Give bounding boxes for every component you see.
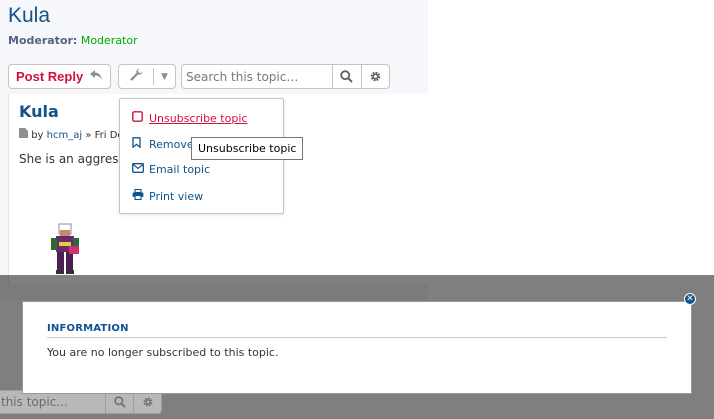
alert-title: INFORMATION xyxy=(47,323,129,334)
post-meta: by hcm_aj » Fri Dec xyxy=(19,128,129,141)
post-reply-label: Post Reply xyxy=(16,69,84,84)
search-icon[interactable] xyxy=(332,65,361,88)
post-reply-button[interactable]: Post Reply xyxy=(8,64,111,89)
gear-icon[interactable] xyxy=(360,65,390,88)
moderator-link[interactable]: Moderator xyxy=(81,34,138,47)
dimmed-gear-icon xyxy=(133,391,161,413)
menu-item-label: Print view xyxy=(149,189,204,203)
checkbox-icon xyxy=(132,111,146,125)
post-title[interactable]: Kula xyxy=(19,102,59,121)
reply-arrow-icon xyxy=(89,68,103,85)
search-input[interactable] xyxy=(182,65,332,88)
envelope-icon xyxy=(132,163,146,176)
moderator-line: Moderator: Moderator xyxy=(8,34,138,47)
menu-item-label: Email topic xyxy=(149,163,211,176)
printer-icon xyxy=(132,188,146,203)
chevron-down-icon[interactable]: ▼ xyxy=(154,72,175,82)
menu-item-unsubscribe[interactable]: Unsubscribe topic xyxy=(132,111,247,125)
information-alert: INFORMATION You are no longer subscribed… xyxy=(22,301,692,394)
alert-divider xyxy=(47,337,667,338)
moderator-label: Moderator: xyxy=(8,34,78,47)
menu-item-remove-bookmark[interactable]: Remove xyxy=(132,137,194,151)
bookmark-icon xyxy=(132,137,146,151)
post-icon xyxy=(19,128,31,141)
post-body: She is an aggress xyxy=(19,152,125,166)
menu-item-label: Unsubscribe topic xyxy=(149,111,248,125)
alert-message: You are no longer subscribed to this top… xyxy=(47,346,279,359)
wrench-icon xyxy=(119,68,153,85)
topic-tools-button[interactable]: ▼ xyxy=(118,64,176,89)
menu-item-label: Remove xyxy=(149,137,194,151)
topic-title[interactable]: Kula xyxy=(8,4,50,28)
menu-item-print-view[interactable]: Print view xyxy=(132,188,204,203)
close-icon[interactable]: ✕ xyxy=(684,293,696,305)
character-sprite-image xyxy=(51,223,79,274)
dimmed-search-text: this topic... xyxy=(1,395,68,409)
menu-item-email-topic[interactable]: Email topic xyxy=(132,163,210,176)
post-author-link[interactable]: hcm_aj xyxy=(47,130,82,141)
dimmed-search-icon xyxy=(105,391,133,413)
tooltip: Unsubscribe topic xyxy=(191,137,304,160)
topic-search-box xyxy=(181,64,390,89)
by-label: by xyxy=(31,130,44,141)
